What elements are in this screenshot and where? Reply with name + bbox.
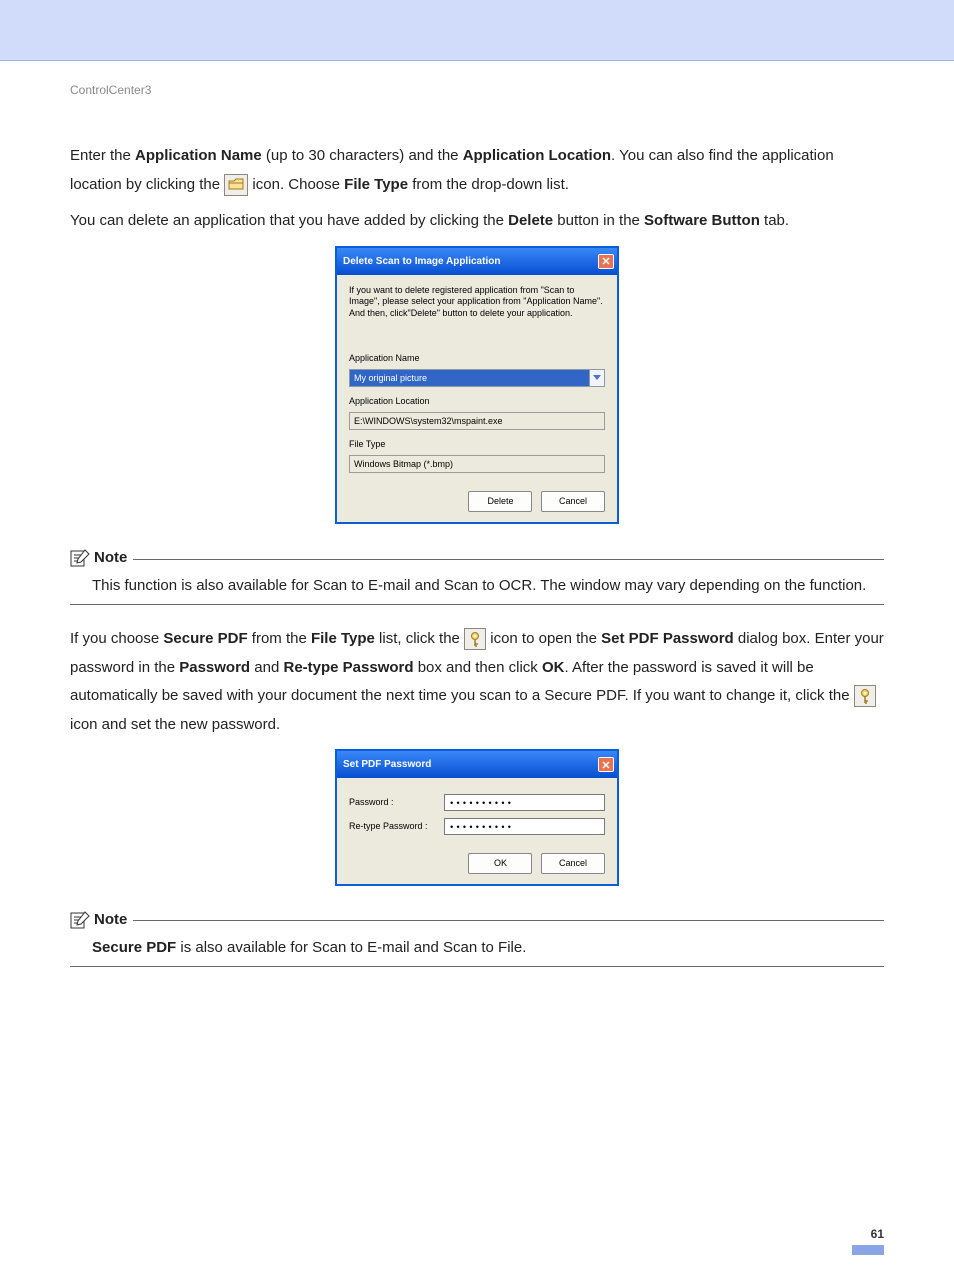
note-icon [70,549,90,567]
close-icon[interactable] [598,757,614,772]
password-label: Password : [349,794,444,811]
set-pdf-password-dialog: Set PDF Password Password : •••••••••• R… [335,749,619,885]
key-icon [854,685,876,707]
file-type-label: File Type [349,436,605,453]
app-name-select[interactable]: My original picture [349,369,590,387]
page-number: 61 [70,1227,884,1241]
cancel-button[interactable]: Cancel [541,853,605,874]
dialog-titlebar: Delete Scan to Image Application [337,248,617,275]
note-rule [70,604,884,605]
chevron-down-icon[interactable] [590,369,605,387]
delete-button[interactable]: Delete [468,491,532,512]
paragraph-1: Enter the Application Name (up to 30 cha… [70,142,884,199]
dialog-title: Delete Scan to Image Application [343,252,500,271]
app-name-label: Application Name [349,350,605,367]
app-location-label: Application Location [349,393,605,410]
footer-accent [852,1245,884,1255]
delete-application-dialog: Delete Scan to Image Application If you … [335,246,619,524]
app-location-field: E:\WINDOWS\system32\mspaint.exe [349,412,605,430]
close-icon[interactable] [598,254,614,269]
retype-password-label: Re-type Password : [349,818,444,835]
note-icon [70,911,90,929]
running-header: ControlCenter3 [70,83,884,97]
paragraph-3: If you choose Secure PDF from the File T… [70,625,884,739]
key-icon [464,628,486,650]
top-banner [0,0,954,61]
note-heading: Note [70,544,884,573]
folder-icon [224,174,248,196]
file-type-field: Windows Bitmap (*.bmp) [349,455,605,473]
cancel-button[interactable]: Cancel [541,491,605,512]
dialog-titlebar: Set PDF Password [337,751,617,778]
dialog-title: Set PDF Password [343,755,431,774]
retype-password-input[interactable]: •••••••••• [444,818,605,835]
note-body: Secure PDF is also available for Scan to… [92,936,884,960]
note-rule [70,966,884,967]
paragraph-2: You can delete an application that you h… [70,207,884,236]
ok-button[interactable]: OK [468,853,532,874]
note-heading: Note [70,906,884,935]
dialog-intro: If you want to delete registered applica… [349,285,605,320]
note-body: This function is also available for Scan… [92,574,884,598]
password-input[interactable]: •••••••••• [444,794,605,811]
